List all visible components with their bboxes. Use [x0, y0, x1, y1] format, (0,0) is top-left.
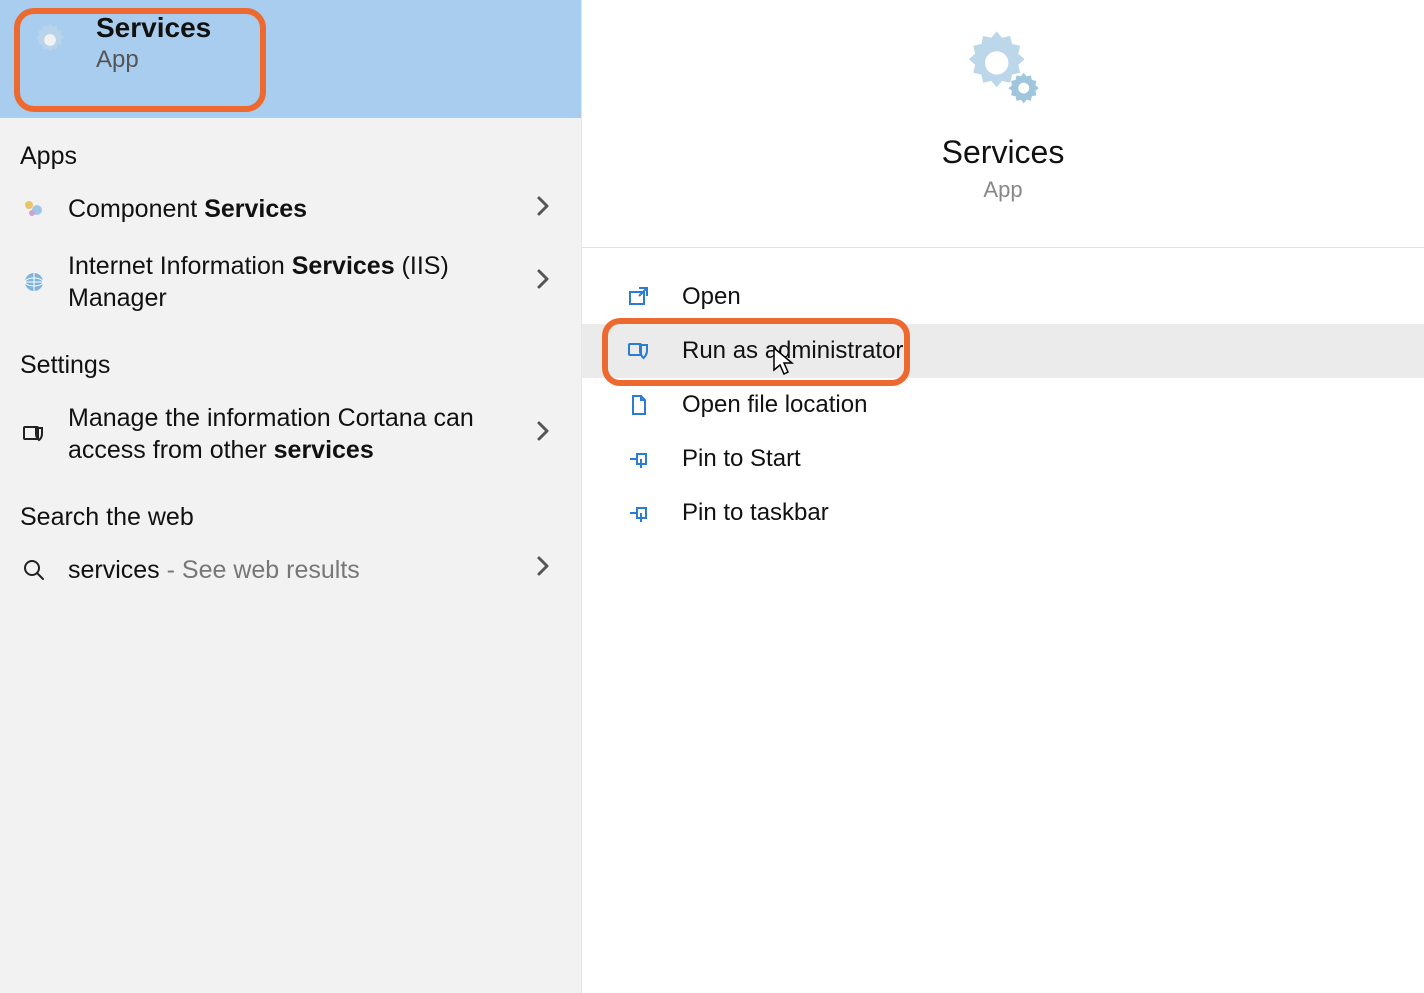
action-pin-to-start[interactable]: Pin to Start	[582, 432, 1424, 486]
result-label: Component Services	[68, 193, 535, 226]
best-match-title: Services	[96, 12, 561, 44]
services-gear-large-icon	[958, 26, 1048, 116]
action-label: Run as administrator	[682, 337, 903, 365]
best-match-result[interactable]: Services App	[0, 0, 581, 118]
details-subtitle: App	[582, 177, 1424, 203]
services-gear-icon	[30, 20, 70, 60]
section-header-web: Search the web	[0, 479, 581, 542]
result-iis-manager[interactable]: Internet Information Services (IIS) Mana…	[0, 238, 581, 327]
section-header-settings: Settings	[0, 327, 581, 390]
admin-shield-icon	[626, 338, 652, 364]
section-header-apps: Apps	[0, 118, 581, 181]
iis-icon	[20, 268, 48, 296]
result-label: Internet Information Services (IIS) Mana…	[68, 250, 535, 315]
component-services-icon	[20, 195, 48, 223]
chevron-right-icon[interactable]	[535, 194, 561, 225]
search-results-panel: Services App Apps Component Services	[0, 0, 582, 993]
chevron-right-icon[interactable]	[535, 419, 561, 450]
details-header: Services App	[582, 0, 1424, 203]
result-component-services[interactable]: Component Services	[0, 181, 581, 238]
actions-list: Open Run as administrator	[582, 248, 1424, 540]
pin-start-icon	[626, 446, 652, 472]
details-panel: Services App Open	[582, 0, 1424, 993]
action-open[interactable]: Open	[582, 270, 1424, 324]
action-label: Open file location	[682, 391, 867, 419]
file-location-icon	[626, 392, 652, 418]
result-cortana-manage[interactable]: Manage the information Cortana can acces…	[0, 390, 581, 479]
action-pin-to-taskbar[interactable]: Pin to taskbar	[582, 486, 1424, 540]
result-label: Manage the information Cortana can acces…	[68, 402, 535, 467]
chevron-right-icon[interactable]	[535, 554, 561, 585]
pin-taskbar-icon	[626, 500, 652, 526]
chevron-right-icon[interactable]	[535, 267, 561, 298]
action-label: Pin to Start	[682, 445, 801, 473]
details-title: Services	[582, 134, 1424, 171]
search-icon	[20, 556, 48, 584]
action-label: Pin to taskbar	[682, 499, 829, 527]
open-icon	[626, 284, 652, 310]
result-label: services - See web results	[68, 554, 535, 587]
shield-icon	[20, 420, 48, 448]
best-match-subtitle: App	[96, 46, 561, 74]
action-run-as-administrator[interactable]: Run as administrator	[582, 324, 1424, 378]
result-web-search[interactable]: services - See web results	[0, 542, 581, 599]
action-label: Open	[682, 283, 741, 311]
action-open-file-location[interactable]: Open file location	[582, 378, 1424, 432]
